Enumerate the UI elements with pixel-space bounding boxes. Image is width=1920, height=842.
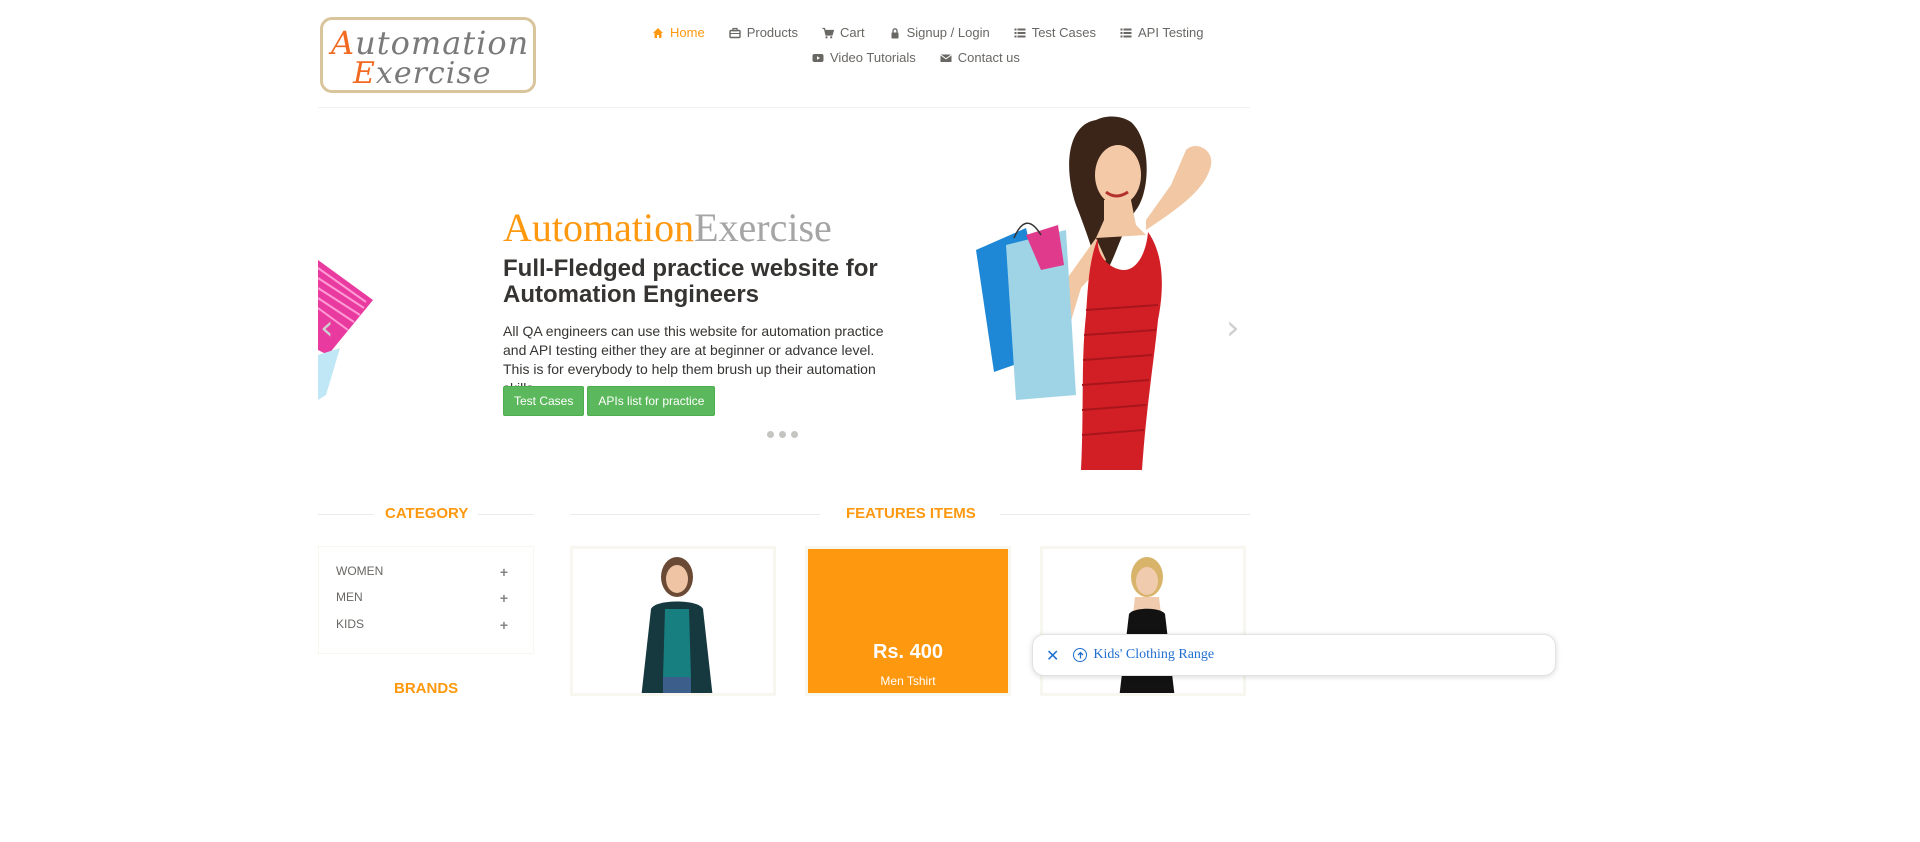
category-heading: CATEGORY bbox=[385, 505, 469, 522]
category-item-kids[interactable]: KIDS + bbox=[336, 617, 508, 633]
category-rule-right bbox=[478, 514, 534, 515]
category-item-women[interactable]: WOMEN + bbox=[336, 564, 508, 580]
category-rule-left bbox=[318, 514, 374, 515]
brands-heading: BRANDS bbox=[394, 680, 459, 697]
plus-icon[interactable]: + bbox=[500, 617, 508, 633]
hero-buttons: Test Cases APIs list for practice bbox=[503, 386, 716, 416]
nav-cart[interactable]: Cart bbox=[822, 25, 865, 40]
carousel-indicators bbox=[767, 431, 798, 438]
category-item-men[interactable]: MEN + bbox=[336, 590, 508, 606]
home-icon bbox=[652, 27, 664, 39]
close-icon[interactable]: ✕ bbox=[1046, 646, 1059, 665]
product-image bbox=[641, 557, 713, 693]
nav-contact-us[interactable]: Contact us bbox=[939, 50, 1020, 65]
envelope-icon bbox=[939, 52, 952, 64]
product-card-featured[interactable]: Rs. 400 Men Tshirt bbox=[805, 546, 1011, 696]
main-nav: Home Products Cart Signup / Login Test C… bbox=[652, 25, 1228, 40]
site-logo[interactable]: Automation Exercise bbox=[320, 17, 536, 93]
nav-video-tutorials-label: Video Tutorials bbox=[830, 50, 916, 65]
nav-test-cases[interactable]: Test Cases bbox=[1014, 25, 1096, 40]
briefcase-icon bbox=[728, 27, 741, 39]
carousel-next-arrow[interactable]: › bbox=[1226, 308, 1240, 348]
features-rule-right bbox=[1000, 514, 1250, 515]
carousel-prev-arrow[interactable]: ‹ bbox=[320, 308, 334, 348]
hero-carousel: ‹ AutomationExercise Full-Fledged practi… bbox=[318, 110, 1250, 470]
notification-toast: ✕ Kids' Clothing Range bbox=[1032, 634, 1556, 676]
apis-list-button[interactable]: APIs list for practice bbox=[587, 386, 716, 416]
nav-api-testing-label: API Testing bbox=[1138, 25, 1204, 40]
carousel-dot[interactable] bbox=[779, 431, 786, 438]
product-name: Men Tshirt bbox=[880, 674, 936, 688]
category-label: MEN bbox=[336, 590, 363, 604]
youtube-icon bbox=[812, 52, 824, 64]
nav-products-label: Products bbox=[746, 25, 798, 40]
cart-icon bbox=[822, 27, 835, 39]
plus-icon[interactable]: + bbox=[500, 564, 508, 580]
nav-test-cases-label: Test Cases bbox=[1031, 25, 1096, 40]
hero-image bbox=[946, 110, 1250, 470]
features-heading: FEATURES ITEMS bbox=[846, 505, 976, 522]
plus-icon[interactable]: + bbox=[500, 590, 508, 606]
nav-home-label: Home bbox=[670, 25, 705, 40]
nav-products[interactable]: Products bbox=[728, 25, 798, 40]
carousel-dot[interactable] bbox=[791, 431, 798, 438]
features-rule-left bbox=[570, 514, 820, 515]
product-card[interactable] bbox=[570, 546, 776, 696]
nav-contact-us-label: Contact us bbox=[957, 50, 1020, 65]
add-circle-icon bbox=[1073, 648, 1088, 662]
hero-brand-part-1: Automation bbox=[503, 205, 695, 250]
carousel-dot[interactable] bbox=[767, 431, 774, 438]
header-divider bbox=[318, 107, 1250, 108]
nav-video-tutorials[interactable]: Video Tutorials bbox=[812, 50, 916, 65]
hero-headline: Full-Fledged practice website for Automa… bbox=[503, 255, 878, 308]
toast-link[interactable]: Kids' Clothing Range bbox=[1093, 647, 1214, 663]
product-price: Rs. 400 bbox=[872, 641, 944, 663]
nav-cart-label: Cart bbox=[840, 25, 865, 40]
nav-home[interactable]: Home bbox=[652, 25, 705, 40]
lock-icon bbox=[889, 27, 901, 39]
main-nav-row-2: Video Tutorials Contact us bbox=[812, 50, 1044, 65]
nav-signup-login[interactable]: Signup / Login bbox=[889, 25, 990, 40]
category-label: KIDS bbox=[336, 617, 365, 631]
test-cases-button[interactable]: Test Cases bbox=[503, 386, 585, 416]
category-panel: WOMEN + MEN + KIDS + bbox=[318, 546, 534, 654]
logo-line-2: Exercise bbox=[353, 56, 492, 91]
hero-brand-title: AutomationExercise bbox=[503, 204, 832, 251]
nav-api-testing[interactable]: API Testing bbox=[1120, 25, 1204, 40]
list-icon bbox=[1014, 27, 1026, 39]
nav-signup-login-label: Signup / Login bbox=[906, 25, 990, 40]
category-label: WOMEN bbox=[336, 564, 384, 578]
hero-brand-part-2: Exercise bbox=[694, 205, 832, 250]
list-icon bbox=[1120, 27, 1132, 39]
